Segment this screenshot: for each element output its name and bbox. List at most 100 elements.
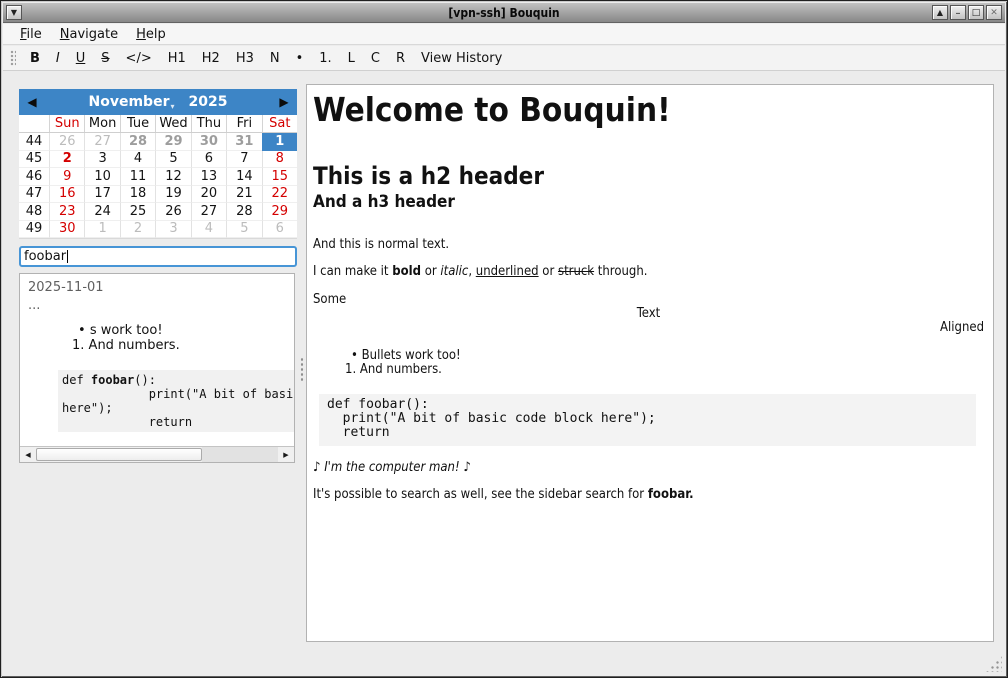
calendar-day[interactable]: 26 — [49, 133, 84, 151]
calendar-day[interactable]: 5 — [226, 221, 261, 239]
calendar-day[interactable]: 12 — [155, 168, 190, 186]
bold-button[interactable]: B — [22, 49, 48, 68]
editor-panel[interactable]: Welcome to Bouquin! This is a h2 header … — [306, 84, 994, 642]
calendar-day[interactable]: 4 — [191, 221, 226, 239]
p2-text-1: I can make it — [313, 264, 392, 279]
calendar-day[interactable]: 9 — [49, 168, 84, 186]
maximize-button[interactable]: □ — [968, 5, 984, 20]
calendar-day[interactable]: 5 — [155, 151, 190, 169]
calendar-day[interactable]: 8 — [262, 151, 297, 169]
doc-align-center: Text — [313, 307, 984, 321]
menu-file-rest: ile — [27, 27, 42, 42]
calendar-day[interactable]: 31 — [226, 133, 261, 151]
calendar-day[interactable]: 22 — [262, 186, 297, 204]
music-note-icon: ♪ — [463, 460, 470, 475]
calendar-day[interactable]: 20 — [191, 186, 226, 204]
code-button[interactable]: </> — [118, 49, 160, 68]
calendar-day[interactable]: 7 — [226, 151, 261, 169]
month-dropdown-icon: ▾ — [170, 102, 174, 111]
calendar-day[interactable]: 18 — [120, 186, 155, 204]
year-label[interactable]: 2025 — [189, 94, 228, 110]
window-menu-button[interactable]: ▼ — [6, 5, 22, 20]
p2-bold: bold — [392, 264, 421, 279]
calendar-day[interactable]: 28 — [226, 203, 261, 221]
search-results-panel: 2025-11-01 ... • s work too! 1. And numb… — [19, 273, 295, 463]
result-ellipsis: ... — [28, 299, 294, 313]
bullet-list-button[interactable]: • — [288, 49, 312, 68]
menu-file[interactable]: File — [11, 25, 51, 44]
calendar-day[interactable]: 30 — [49, 221, 84, 239]
prev-month-button[interactable]: ◀ — [19, 95, 45, 109]
scroll-left-button[interactable]: ◀ — [20, 447, 36, 462]
align-right-button[interactable]: R — [388, 49, 413, 68]
align-left-button[interactable]: L — [340, 49, 363, 68]
calendar-day[interactable]: 14 — [226, 168, 261, 186]
calendar-day[interactable]: 11 — [120, 168, 155, 186]
calendar-day[interactable]: 30 — [191, 133, 226, 151]
next-month-button[interactable]: ▶ — [271, 95, 297, 109]
calendar-day[interactable]: 23 — [49, 203, 84, 221]
splitter-handle[interactable] — [300, 357, 305, 381]
search-line-bold: foobar. — [648, 487, 694, 502]
h1-button[interactable]: H1 — [160, 49, 194, 68]
shade-icon: ▲ — [937, 9, 943, 17]
calendar-day[interactable]: 19 — [155, 186, 190, 204]
calendar-day[interactable]: 24 — [84, 203, 119, 221]
calendar-day[interactable]: 2 — [49, 151, 84, 169]
close-button[interactable]: ✕ — [986, 5, 1002, 20]
calendar-day[interactable]: 6 — [191, 151, 226, 169]
menu-navigate[interactable]: Navigate — [51, 25, 127, 44]
result-bullet-line: • s work too! — [78, 324, 294, 338]
minimize-icon: _ — [956, 6, 960, 14]
result-date-link[interactable]: 2025-11-01 — [28, 281, 294, 295]
h2-button[interactable]: H2 — [194, 49, 228, 68]
toolbar-drag-handle[interactable] — [10, 50, 16, 66]
result-numbered-text: And numbers. — [89, 338, 180, 353]
calendar-day[interactable]: 16 — [49, 186, 84, 204]
calendar-day[interactable]: 6 — [262, 221, 297, 239]
calendar-day[interactable]: 13 — [191, 168, 226, 186]
calendar-day[interactable]: 21 — [226, 186, 261, 204]
calendar-day-selected[interactable]: 1 — [262, 133, 297, 151]
calendar-day[interactable]: 29 — [155, 133, 190, 151]
calendar-day[interactable]: 27 — [191, 203, 226, 221]
calendar-day[interactable]: 2 — [120, 221, 155, 239]
underline-button[interactable]: U — [68, 49, 94, 68]
code-line-3: return — [327, 425, 390, 440]
number-marker: 1. — [72, 338, 84, 353]
scrollbar-track[interactable] — [202, 447, 278, 462]
calendar-day[interactable]: 15 — [262, 168, 297, 186]
calendar-day[interactable]: 3 — [84, 151, 119, 169]
calendar-day[interactable]: 3 — [155, 221, 190, 239]
calendar-day[interactable]: 27 — [84, 133, 119, 151]
strikethrough-button[interactable]: S — [93, 49, 117, 68]
calendar-day[interactable]: 1 — [84, 221, 119, 239]
p2-text-4: or — [539, 264, 558, 279]
month-selector[interactable]: November ▾ — [89, 94, 175, 111]
calendar-day[interactable]: 10 — [84, 168, 119, 186]
calendar-day[interactable]: 17 — [84, 186, 119, 204]
title-bar[interactable]: ▼ [vpn-ssh] Bouquin ▲ _ □ ✕ — [3, 3, 1005, 23]
calendar-day-names: Sun Mon Tue Wed Thu Fri Sat — [19, 115, 297, 133]
scrollbar-thumb[interactable] — [36, 448, 202, 461]
calendar-day[interactable]: 26 — [155, 203, 190, 221]
search-input[interactable]: foobar — [19, 246, 297, 267]
music-note-icon: ♪ — [313, 460, 320, 475]
scroll-right-button[interactable]: ▶ — [278, 447, 294, 462]
view-history-button[interactable]: View History — [413, 49, 510, 68]
calendar-day[interactable]: 28 — [120, 133, 155, 151]
menu-help[interactable]: Help — [127, 25, 175, 44]
h3-button[interactable]: H3 — [228, 49, 262, 68]
italic-button[interactable]: I — [48, 49, 68, 68]
calendar-day[interactable]: 29 — [262, 203, 297, 221]
numbered-list-button[interactable]: 1. — [311, 49, 339, 68]
calendar-day[interactable]: 25 — [120, 203, 155, 221]
resize-grip[interactable] — [985, 655, 1002, 672]
search-result-item[interactable]: 2025-11-01 ... • s work too! 1. And numb… — [20, 274, 294, 432]
align-center-button[interactable]: C — [363, 49, 388, 68]
horizontal-scrollbar[interactable]: ◀ ▶ — [20, 446, 294, 462]
calendar-day[interactable]: 4 — [120, 151, 155, 169]
normal-text-button[interactable]: N — [262, 49, 288, 68]
minimize-button[interactable]: _ — [950, 5, 966, 20]
shade-button[interactable]: ▲ — [932, 5, 948, 20]
